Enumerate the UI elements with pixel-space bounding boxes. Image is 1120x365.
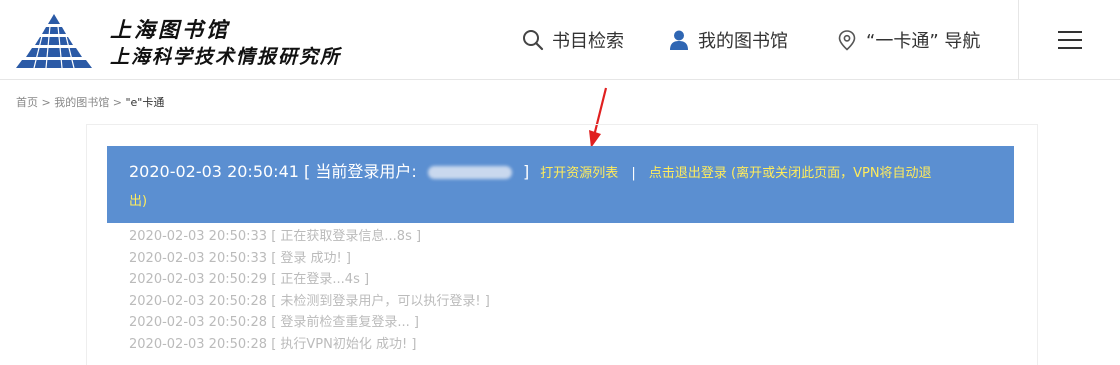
log-entry: 2020-02-03 20:50:28 [ 登录前检查重复登录... ] (129, 315, 420, 330)
logo-subtitle: 上海科学技术情报研究所 (110, 46, 342, 68)
breadcrumb-separator: > (112, 96, 122, 109)
log-entry: 2020-02-03 20:50:33 [ 登录 成功! ] (129, 250, 351, 266)
breadcrumb: 首页 > 我的图书馆 > "e"卡通 (16, 94, 164, 110)
library-logo[interactable]: 上海图书馆 上海科学技术情报研究所 (16, 8, 376, 72)
current-user-prefix: [ 当前登录用户: (304, 162, 417, 181)
open-resource-list-link[interactable]: 打开资源列表 (540, 166, 618, 181)
breadcrumb-current: "e"卡通 (125, 96, 165, 109)
log-entry: 2020-02-03 20:50:28 [ 执行VPN初始化 成功! ] (129, 336, 417, 352)
log-entry: 2020-02-03 20:50:33 [ 正在获取登录信息...8s ] (129, 229, 422, 244)
logo-pyramid-icon (16, 14, 92, 69)
hamburger-menu-icon (1058, 25, 1082, 55)
site-header: 上海图书馆 上海科学技术情报研究所 书目检索 我的图书馆 “一卡通” 导航 (0, 0, 1120, 80)
location-pin-icon (836, 29, 858, 51)
breadcrumb-separator: > (41, 96, 51, 109)
nav-one-card[interactable]: “一卡通” 导航 (836, 0, 980, 79)
nav-my-library[interactable]: 我的图书馆 (668, 0, 788, 79)
logout-link-continued[interactable]: 出) (129, 190, 147, 209)
menu-button[interactable] (1018, 0, 1120, 79)
log-entry: 2020-02-03 20:50:28 [ 未检测到登录用户，可以执行登录! ] (129, 293, 490, 309)
breadcrumb-my-library[interactable]: 我的图书馆 (54, 96, 109, 109)
breadcrumb-home[interactable]: 首页 (16, 96, 38, 109)
nav-my-library-label: 我的图书馆 (698, 30, 788, 52)
status-timestamp: 2020-02-03 20:50:41 (129, 162, 299, 181)
login-log: 2020-02-03 20:50:33 [ 正在获取登录信息...8s ] 20… (129, 226, 490, 355)
logout-link[interactable]: 点击退出登录 (离开或关闭此页面，VPN将自动退 (649, 166, 932, 181)
nav-catalog-search[interactable]: 书目检索 (522, 0, 624, 79)
log-entry: 2020-02-03 20:50:29 [ 正在登录...4s ] (129, 272, 370, 287)
session-status-bar: 2020-02-03 20:50:41 [ 当前登录用户: ] 打开资源列表 |… (107, 146, 1014, 223)
nav-catalog-search-label: 书目检索 (552, 30, 624, 52)
logo-title: 上海图书馆 (110, 17, 230, 42)
link-separator: | (631, 166, 636, 181)
status-line: 2020-02-03 20:50:41 [ 当前登录用户: ] 打开资源列表 |… (129, 161, 989, 185)
current-user-suffix: ] (522, 162, 530, 181)
search-icon (522, 29, 544, 51)
user-icon (668, 29, 690, 51)
nav-one-card-label: “一卡通” 导航 (866, 30, 981, 52)
redacted-username (427, 166, 512, 179)
